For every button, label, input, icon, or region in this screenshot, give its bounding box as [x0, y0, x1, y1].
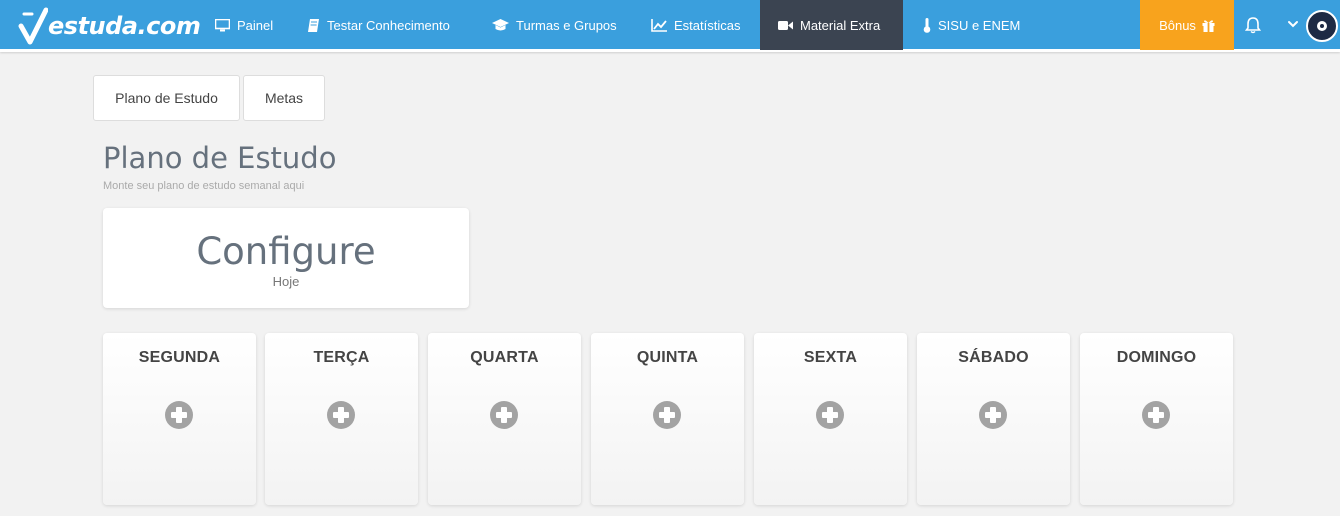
tab-label: Metas	[264, 90, 304, 106]
bonus-button[interactable]: Bônus	[1140, 0, 1234, 50]
day-label: SEXTA	[803, 349, 858, 366]
avatar[interactable]	[1306, 10, 1338, 42]
plus-circle-icon[interactable]	[165, 401, 193, 429]
day-label: DOMINGO	[1116, 349, 1197, 366]
day-label: QUINTA	[636, 349, 699, 366]
page-title: Plano de Estudo	[103, 141, 337, 175]
bell-icon[interactable]	[1244, 16, 1262, 34]
logo[interactable]: estuda.com	[18, 6, 201, 46]
day-label: TERÇA	[313, 349, 370, 366]
page-subtitle: Monte seu plano de estudo semanal aqui	[103, 180, 305, 192]
plus-circle-icon[interactable]	[816, 401, 844, 429]
day-card-segunda: SEGUNDA	[103, 333, 256, 505]
day-card-terca: TERÇA	[265, 333, 418, 505]
day-card-domingo: DOMINGO	[1080, 333, 1233, 505]
gift-icon	[1202, 19, 1215, 32]
day-label: SEGUNDA	[138, 349, 221, 366]
configure-subtitle: Hoje	[272, 274, 300, 289]
plus-circle-icon[interactable]	[1142, 401, 1170, 429]
tab-plano-de-estudo[interactable]: Plano de Estudo	[93, 75, 240, 121]
day-card-sexta: SEXTA	[754, 333, 907, 505]
configure-card[interactable]: Configure Hoje	[103, 208, 469, 308]
bonus-label: Bônus	[1159, 17, 1196, 33]
video-camera-icon	[778, 20, 793, 30]
nav-item-turmas-e-grupos[interactable]: Turmas e Grupos	[482, 0, 627, 50]
nav-item-label: Estatísticas	[674, 17, 741, 33]
day-label: SÁBADO	[958, 349, 1029, 366]
monitor-icon	[215, 18, 230, 31]
nav-item-painel[interactable]: Painel	[205, 0, 283, 50]
nav-item-label: Turmas e Grupos	[516, 17, 617, 33]
graduation-cap-icon	[492, 18, 509, 30]
plus-circle-icon[interactable]	[490, 401, 518, 429]
plus-circle-icon[interactable]	[327, 401, 355, 429]
top-navbar: estuda.com Painel Testar Conhecimento Tu…	[0, 0, 1340, 52]
nav-item-estatisticas[interactable]: Estatísticas	[641, 0, 750, 50]
plus-circle-icon[interactable]	[653, 401, 681, 429]
book-icon	[308, 18, 319, 32]
day-card-sabado: SÁBADO	[917, 333, 1070, 505]
logo-text: estuda.com	[48, 12, 201, 40]
nav-item-label: SISU e ENEM	[938, 17, 1021, 33]
plus-circle-icon[interactable]	[979, 401, 1007, 429]
nav-item-label: Testar Conhecimento	[327, 17, 450, 33]
nav-item-sisu-e-enem[interactable]: SISU e ENEM	[913, 0, 1030, 50]
day-card-quinta: QUINTA	[591, 333, 744, 505]
day-label: QUARTA	[470, 349, 539, 366]
checkmark-logo-icon	[18, 6, 49, 46]
nav-item-material-extra[interactable]: Material Extra	[760, 0, 903, 50]
tab-label: Plano de Estudo	[115, 90, 218, 106]
thermometer-icon	[923, 17, 931, 33]
line-chart-icon	[651, 18, 667, 32]
nav-item-label: Painel	[237, 17, 274, 33]
day-card-quarta: QUARTA	[428, 333, 581, 505]
tab-metas[interactable]: Metas	[243, 75, 325, 121]
nav-item-testar-conhecimento[interactable]: Testar Conhecimento	[297, 0, 460, 50]
nav-item-label: Material Extra	[800, 17, 881, 33]
configure-title: Configure	[196, 230, 376, 273]
chevron-down-icon[interactable]	[1287, 18, 1299, 30]
